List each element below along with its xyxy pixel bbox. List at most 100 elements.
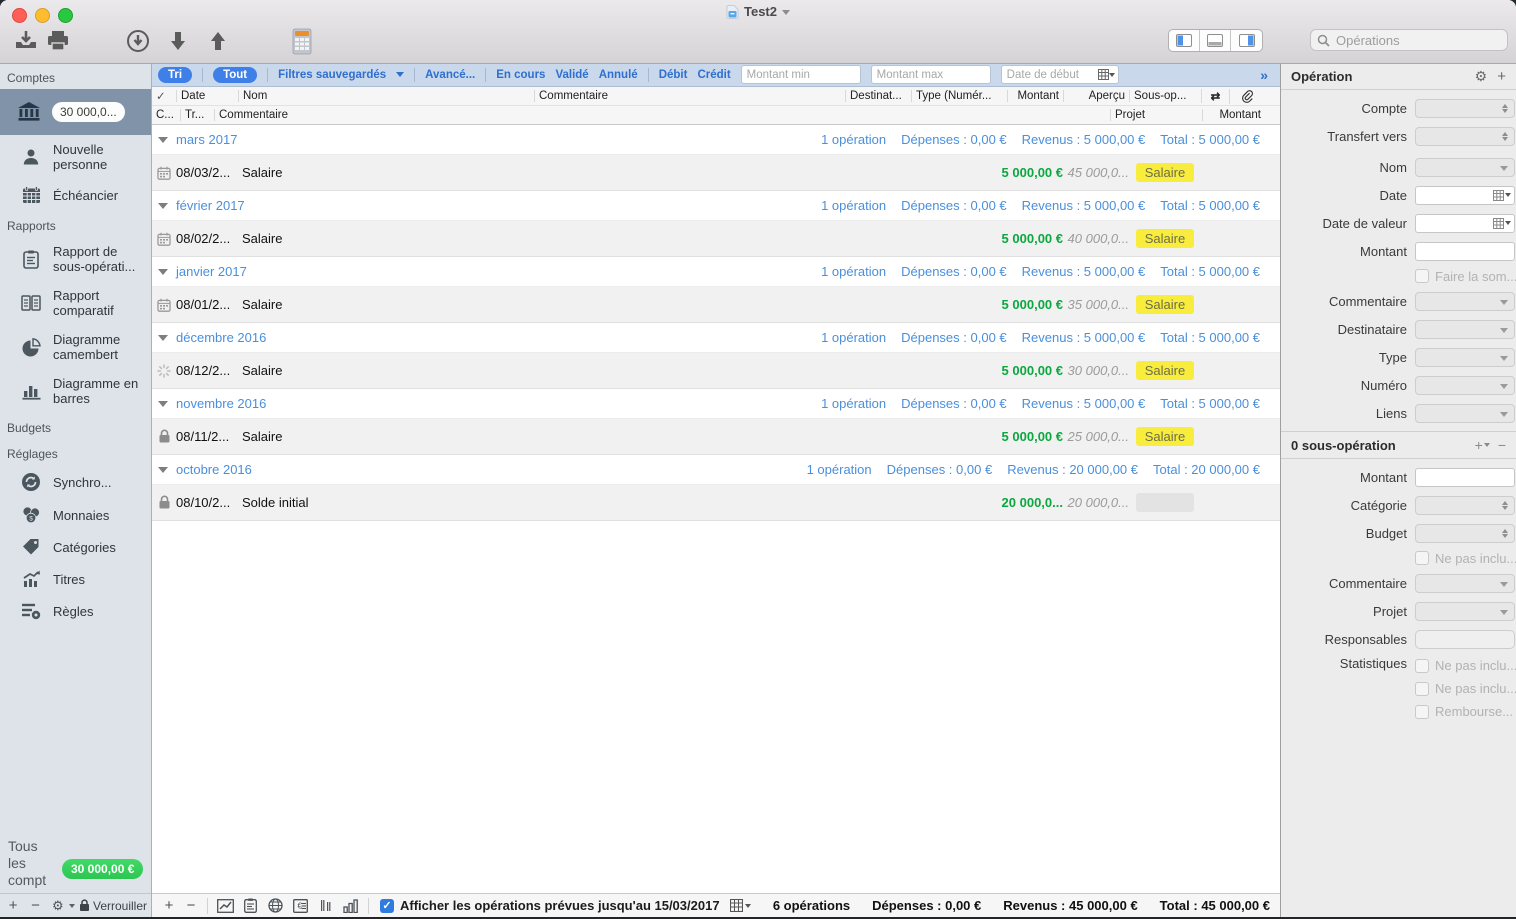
calculator-button[interactable] xyxy=(286,26,318,56)
remove-operation-button[interactable]: − xyxy=(180,897,202,914)
disclosure-triangle-icon[interactable] xyxy=(158,269,168,275)
sidebar-item-categories[interactable]: Catégories xyxy=(0,531,151,563)
commentaire-combo[interactable] xyxy=(1415,292,1515,311)
sidebar-item-echeancier[interactable]: Échéancier xyxy=(0,179,151,211)
show-planned-operations-toggle[interactable]: ✓ Afficher les opérations prévues jusqu'… xyxy=(380,898,720,913)
disclosure-triangle-icon[interactable] xyxy=(158,203,168,209)
table-row[interactable]: 08/01/2... Salaire 5 000,00 € 35 000,0..… xyxy=(152,287,1280,323)
amount-min-input[interactable] xyxy=(741,65,861,84)
column-header-montant-2[interactable]: Montant xyxy=(1202,109,1265,121)
group-row-novembre-2016[interactable]: novembre 2016 1 opération Dépenses : 0,0… xyxy=(152,389,1280,419)
montant-input[interactable] xyxy=(1415,242,1515,261)
disclosure-triangle-icon[interactable] xyxy=(158,335,168,341)
advanced-filter-button[interactable]: Avancé... xyxy=(425,69,475,81)
add-sub-operation-button[interactable]: + xyxy=(1475,437,1490,453)
liens-combo[interactable] xyxy=(1415,404,1515,423)
filter-credit-button[interactable]: Crédit xyxy=(697,69,730,81)
add-account-button[interactable]: + xyxy=(4,897,22,914)
compare-bars-button[interactable] xyxy=(313,898,338,913)
destinataire-combo[interactable] xyxy=(1415,320,1515,339)
line-chart-button[interactable] xyxy=(213,899,238,913)
move-down-button[interactable] xyxy=(162,26,194,56)
disclosure-triangle-icon[interactable] xyxy=(158,467,168,473)
planned-date-picker-button[interactable] xyxy=(730,899,751,912)
table-row[interactable]: 08/12/2... Salaire 5 000,00 € 30 000,0..… xyxy=(152,353,1280,389)
disclosure-triangle-icon[interactable] xyxy=(158,137,168,143)
sidebar-item-monnaies[interactable]: $ Monnaies xyxy=(0,499,151,531)
sidebar-item-rapport-sous-operations[interactable]: Rapport de sous-opérati... xyxy=(0,237,151,281)
sidebar-item-titres[interactable]: Titres xyxy=(0,563,151,595)
filter-valide-button[interactable]: Validé xyxy=(555,69,588,81)
compte-select[interactable] xyxy=(1415,99,1515,118)
column-header-tr[interactable]: Tr... xyxy=(180,109,214,121)
sort-button[interactable]: Tri xyxy=(158,67,192,83)
filter-all-button[interactable]: Tout xyxy=(213,67,257,83)
toggle-left-panel-button[interactable] xyxy=(1169,30,1200,51)
download-operations-button[interactable] xyxy=(122,26,154,56)
column-header-date[interactable]: Date xyxy=(176,90,238,102)
column-header-type[interactable]: Type (Numér... xyxy=(911,90,1007,102)
bar-chart-button[interactable] xyxy=(338,899,363,913)
sidebar-item-diagramme-camembert[interactable]: Diagramme camembert xyxy=(0,325,151,369)
disclosure-triangle-icon[interactable] xyxy=(158,401,168,407)
group-row-fevrier-2017[interactable]: février 2017 1 opération Dépenses : 0,00… xyxy=(152,191,1280,221)
date-input[interactable] xyxy=(1415,186,1515,205)
start-date-field[interactable] xyxy=(1001,65,1119,84)
sidebar-item-regles[interactable]: Règles xyxy=(0,595,151,627)
title-chevron-icon[interactable] xyxy=(782,10,790,15)
table-row[interactable]: 08/10/2... Solde initial 20 000,0... 20 … xyxy=(152,485,1280,521)
sub-commentaire-combo[interactable] xyxy=(1415,574,1515,593)
search-input[interactable] xyxy=(1334,32,1488,49)
start-date-input[interactable] xyxy=(1002,67,1098,82)
column-header-projet[interactable]: Projet xyxy=(1110,109,1202,121)
sidebar-gear-icon[interactable]: ⚙ xyxy=(49,898,67,914)
column-header-destinataire[interactable]: Destinat... xyxy=(845,90,911,102)
categorie-select[interactable] xyxy=(1415,496,1515,515)
nom-combo[interactable] xyxy=(1415,158,1515,177)
sidebar-item-diagramme-barres[interactable]: Diagramme en barres xyxy=(0,369,151,413)
unchecked-checkbox[interactable] xyxy=(1415,659,1429,673)
toggle-bottom-panel-button[interactable] xyxy=(1200,30,1231,51)
report-button[interactable] xyxy=(238,898,263,913)
sidebar-item-account[interactable]: 30 000,0... xyxy=(0,89,151,135)
group-row-janvier-2017[interactable]: janvier 2017 1 opération Dépenses : 0,00… xyxy=(152,257,1280,287)
sidebar-item-tous-les-comptes[interactable]: Tous les compt 30 000,00 € xyxy=(0,835,151,893)
globe-button[interactable] xyxy=(263,898,288,913)
numero-combo[interactable] xyxy=(1415,376,1515,395)
budget-select[interactable] xyxy=(1415,524,1515,543)
print-button[interactable] xyxy=(42,26,74,56)
group-row-octobre-2016[interactable]: octobre 2016 1 opération Dépenses : 0,00… xyxy=(152,455,1280,485)
checkmark-column-header[interactable]: ✓ xyxy=(152,89,176,103)
saved-filters-chevron-icon[interactable] xyxy=(396,72,404,77)
sidebar-item-nouvelle-personne[interactable]: Nouvelle personne xyxy=(0,135,151,179)
group-row-decembre-2016[interactable]: décembre 2016 1 opération Dépenses : 0,0… xyxy=(152,323,1280,353)
sidebar-item-synchro[interactable]: Synchro... xyxy=(0,465,151,499)
table-row[interactable]: 08/03/2... Salaire 5 000,00 € 45 000,0..… xyxy=(152,155,1280,191)
inspector-gear-icon[interactable]: ⚙ xyxy=(1475,68,1488,85)
checked-checkbox[interactable]: ✓ xyxy=(380,899,394,913)
more-filters-button[interactable]: » xyxy=(1260,67,1274,83)
move-up-button[interactable] xyxy=(202,26,234,56)
date-valeur-input[interactable] xyxy=(1415,214,1515,233)
inspector-add-button[interactable]: + xyxy=(1497,68,1506,85)
euro-statement-button[interactable]: € xyxy=(288,899,313,913)
amount-max-input[interactable] xyxy=(871,65,991,84)
toggle-right-panel-button[interactable] xyxy=(1231,30,1262,51)
search-field[interactable] xyxy=(1310,29,1508,51)
column-header-commentaire[interactable]: Commentaire xyxy=(534,90,845,102)
type-combo[interactable] xyxy=(1415,348,1515,367)
lock-button[interactable]: Verrouiller xyxy=(79,899,147,913)
responsables-input[interactable] xyxy=(1415,630,1515,649)
column-header-c[interactable]: C... xyxy=(152,109,180,121)
saved-filters-button[interactable]: Filtres sauvegardés xyxy=(278,69,386,81)
column-header-commentaire-2[interactable]: Commentaire xyxy=(214,109,1110,121)
column-header-nom[interactable]: Nom xyxy=(238,90,534,102)
unchecked-checkbox[interactable] xyxy=(1415,682,1429,696)
transfert-vers-select[interactable] xyxy=(1415,127,1515,146)
group-row-mars-2017[interactable]: mars 2017 1 opération Dépenses : 0,00 € … xyxy=(152,125,1280,155)
sub-montant-input[interactable] xyxy=(1415,468,1515,487)
projet-combo[interactable] xyxy=(1415,602,1515,621)
add-operation-button[interactable]: + xyxy=(158,897,180,914)
filter-debit-button[interactable]: Débit xyxy=(659,69,688,81)
remove-account-button[interactable]: − xyxy=(26,897,44,914)
